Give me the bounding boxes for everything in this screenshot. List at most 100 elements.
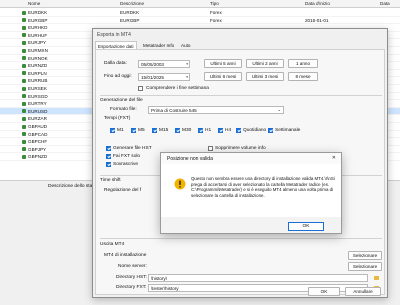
symbol-icon [22,10,26,15]
chevron-down-icon: ⌄ [277,107,281,112]
generate-hst-checkbox[interactable] [106,146,111,151]
symbol-icon [22,124,26,129]
cell-symbol: EURRUB [28,78,48,84]
column-header-date[interactable]: Data [380,1,390,6]
suppress-volume-checkbox[interactable] [208,146,213,151]
file-format-value: Prima di Costruire 545 [151,108,197,113]
hst-dir-input[interactable]: \history\ [148,274,368,282]
cell-symbol: EURPLN [28,70,47,76]
modal-title: Posizione non valida [161,153,341,164]
symbol-icon [22,94,26,99]
timeframe-m1-checkbox[interactable] [110,128,115,133]
fxt-only-checkbox[interactable] [106,154,111,159]
cell-symbol: GBPCHF [28,139,48,145]
from-date-value: 05/05/2003 [141,62,164,67]
symbol-icon [22,40,26,45]
symbol-icon [22,48,26,53]
column-header-start-date[interactable]: Data d'inizio [305,1,330,6]
timeframe-m30-label: M30 [182,128,192,133]
time-shift-heading: Time shift [100,178,121,183]
last-6-months-button[interactable]: Ultimi 6 mesi [204,72,242,81]
table-row[interactable]: EURGBP EURGBP Forex 2015-01-01 [0,17,400,25]
last-3-months-button[interactable]: Ultimi 3 mesi [246,72,284,81]
hst-dir-label: Directory HST: [116,275,147,280]
description-label: Descrizione dello stat [48,184,94,189]
symbol-list-header: Nome Descrizione Tipo Data d'inizio Data [0,0,400,8]
cell-symbol: EURHKD [28,25,48,31]
cell-symbol: EURTRY [28,101,47,107]
warning-icon [174,178,186,190]
cell-symbol: EURHUF [28,32,48,38]
timeframe-h4-label: H4 [225,128,232,133]
symbol-icon [22,147,26,152]
cell-symbol: EURSGD [28,93,48,99]
folder-icon[interactable] [374,276,379,280]
column-header-name[interactable]: Nome [28,1,40,6]
timeframe-m1-label: M1 [117,128,124,133]
overwrite-checkbox[interactable] [106,162,111,167]
timeframe-m30-checkbox[interactable] [175,128,180,133]
to-date-input[interactable]: 15/01/2025 ▾ [138,73,190,81]
symbol-icon [22,86,26,91]
timeframe-m5-checkbox[interactable] [131,128,136,133]
select-install-button[interactable]: Selezionare [348,251,382,260]
suppress-volume-label: Sopprimere volume info [215,146,266,151]
1-year-button[interactable]: 1 anno [288,59,318,68]
symbol-icon [22,78,26,83]
timeframe-h4-checkbox[interactable] [218,128,223,133]
generate-hst-label: Generare file HST [113,146,152,151]
symbol-icon [22,139,26,144]
symbol-icon [22,18,26,23]
to-date-value: 15/01/2025 [141,75,164,80]
cell-type: Forex [210,17,222,23]
symbol-icon [22,33,26,38]
symbol-icon [22,154,26,159]
ok-button[interactable]: OK [308,287,340,296]
cancel-button[interactable]: Annullare [345,287,381,296]
symbol-icon [22,109,26,114]
date-spinner-icon[interactable]: ▾ [186,75,188,79]
include-weekend-checkbox[interactable] [138,86,143,91]
time-shift-adjust-label: Regolazione del f [104,188,142,193]
from-date-label: Dalla data: [104,61,127,66]
timeframe-m15-checkbox[interactable] [152,128,157,133]
cell-symbol: EURSEK [28,85,47,91]
date-spinner-icon[interactable]: ▾ [186,62,188,66]
symbol-icon [22,71,26,76]
mt4-output-heading: Uscita MT4 [100,242,125,247]
modal-ok-button[interactable]: OK [288,222,324,231]
from-date-input[interactable]: 05/05/2003 ▾ [138,60,190,68]
cell-symbol: GBPJPY [28,146,47,152]
column-header-description[interactable]: Descrizione [120,1,144,6]
cell-type: Forex [210,10,222,15]
table-row[interactable]: EURDKK EURDKK Forex [0,9,400,17]
cell-symbol: EURNOK [28,55,48,61]
column-header-type[interactable]: Tipo [210,1,219,6]
cell-date: 2015-01-01 [305,17,329,23]
mt4-install-label: MT4 di installazione [104,253,147,258]
server-name-label: Nome server: [118,264,147,269]
timeframe-daily-checkbox[interactable] [236,128,241,133]
cell-description: EURDKK [120,10,140,15]
file-format-select[interactable]: Prima di Costruire 545 ⌄ [148,106,284,114]
cell-symbol: EURJPY [28,40,47,46]
timeframe-h1-checkbox[interactable] [198,128,203,133]
timeframe-weekly-checkbox[interactable] [268,128,273,133]
8-months-button[interactable]: 8 mese [288,72,318,81]
last-2-years-button[interactable]: Ultimi 2 anni [246,59,284,68]
cell-symbol: EURGBP [28,17,48,23]
cell-symbol: EURDKK [28,10,48,15]
symbol-icon [22,63,26,68]
select-server-button[interactable]: Selezionare [348,262,382,271]
cell-description: EURGBP [120,17,140,23]
timeframe-weekly-label: Settimanale [275,128,301,133]
timeframe-m15-label: M15 [159,128,169,133]
close-icon[interactable]: ✕ [332,155,336,161]
to-date-label: Fino ad oggi: [104,74,132,79]
timeframe-h1-label: H1 [205,128,212,133]
divider [100,95,382,96]
last-5-years-button[interactable]: Ultimi 5 anni [204,59,242,68]
cell-symbol: GBPCAD [28,131,48,137]
cell-symbol: EURMXN [28,47,48,53]
cell-symbol: GBPAUD [28,123,48,129]
